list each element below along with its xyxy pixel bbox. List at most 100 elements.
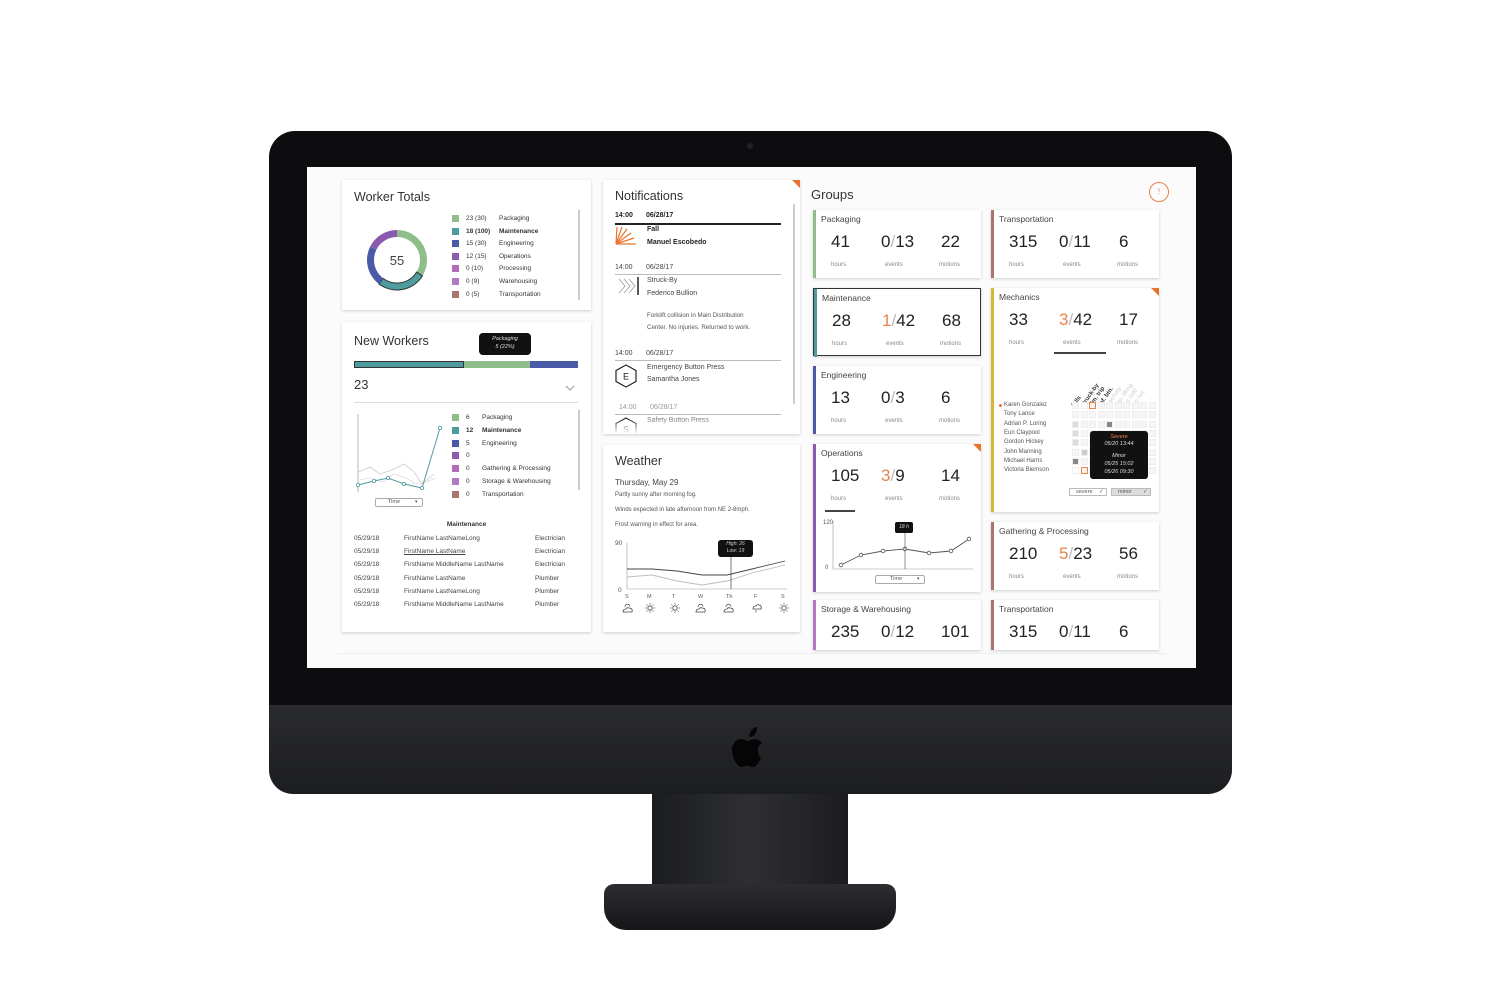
heatmap-cell[interactable] [1148, 439, 1156, 447]
heatmap-cell[interactable] [1097, 411, 1105, 419]
row-name[interactable]: FirstName LastName [404, 548, 465, 555]
notification-item[interactable]: 14:00 06/28/17 Struck-By Federico Bullio… [615, 262, 781, 336]
heatmap-cell[interactable] [1089, 411, 1096, 419]
table-row[interactable]: 05/29/18 FirstName MiddleName LastName Plu… [354, 601, 579, 611]
heatmap-cell[interactable] [1072, 429, 1079, 437]
heatmap-cell[interactable] [1148, 402, 1156, 409]
heatmap-cell[interactable] [1072, 448, 1079, 456]
table-row[interactable]: 05/29/18 FirstName LastName Plumber [354, 575, 579, 585]
group-card[interactable]: Gathering & Processing 210 5/23 56 hours even… [991, 522, 1159, 590]
heatmap-cell[interactable] [1148, 448, 1156, 456]
legend-item[interactable]: 5 Engineering [452, 439, 577, 449]
heatmap-cell[interactable] [1140, 420, 1147, 428]
heatmap-cell[interactable] [1114, 402, 1122, 409]
legend-item[interactable]: 0 (9) Warehousing [452, 277, 572, 287]
heatmap-cell[interactable] [1072, 439, 1079, 447]
person-name[interactable]: Eun Claypool [1004, 430, 1040, 436]
heatmap-cell[interactable] [1080, 439, 1088, 447]
heatmap-cell[interactable] [1072, 467, 1079, 475]
heatmap-cell[interactable] [1080, 411, 1088, 419]
new-workers-stacked-bar[interactable] [354, 361, 578, 368]
heatmap-cell[interactable] [1097, 420, 1105, 428]
legend-item[interactable]: 0 Transportation [452, 490, 577, 500]
heatmap-cell[interactable] [1123, 402, 1130, 409]
heatmap-cell[interactable] [1080, 420, 1088, 428]
bar-maintenance[interactable] [354, 361, 464, 368]
heatmap-cell[interactable] [1072, 402, 1079, 409]
person-name[interactable]: Gordon Hickey [1004, 439, 1044, 445]
legend-item[interactable]: 0 (5) Transportation [452, 290, 572, 300]
heatmap-cell[interactable] [1106, 402, 1113, 409]
legend-item[interactable]: 12 (15) Operations [452, 252, 572, 262]
legend-item[interactable]: 6 Packaging [452, 413, 577, 423]
legend-item[interactable]: 12 Maintenance [452, 426, 577, 436]
legend-item[interactable]: 0 (10) Processing [452, 264, 572, 274]
group-card[interactable]: Transportation 315 0/11 6 hours events motions [991, 210, 1159, 278]
bar-engineering[interactable] [530, 361, 578, 368]
heatmap-cell[interactable] [1114, 411, 1122, 419]
legend-item[interactable]: 0 [452, 451, 577, 461]
table-row[interactable]: 05/29/18 FirstName LastNameLong Electricia… [354, 535, 579, 545]
donut-slice[interactable] [370, 230, 397, 250]
heatmap-cell[interactable] [1131, 402, 1139, 409]
person-name[interactable]: Karen Gonzalez [1004, 402, 1047, 408]
heatmap-cell[interactable] [1080, 448, 1088, 456]
heatmap-cell[interactable] [1148, 429, 1156, 437]
filter-severe-checkbox[interactable]: severe ✓ [1069, 488, 1107, 496]
heatmap-cell[interactable] [1080, 402, 1088, 409]
heatmap-cell[interactable] [1089, 420, 1096, 428]
person-name[interactable]: John Manning [1004, 449, 1042, 455]
table-row[interactable]: 05/29/18 FirstName LastName Electrician [354, 548, 579, 558]
heatmap-cell[interactable] [1072, 420, 1079, 428]
table-row[interactable]: 05/29/18 FirstName LastNameLong Plumber [354, 588, 579, 598]
heatmap-cell[interactable] [1072, 411, 1079, 419]
person-name[interactable]: Adrian P. Loring [1004, 421, 1046, 427]
person-name[interactable]: Tony Lance [1004, 411, 1035, 417]
legend-item[interactable]: 0 Gathering & Processing [452, 464, 577, 474]
heatmap-cell[interactable] [1089, 402, 1096, 409]
legend-item[interactable]: 23 (30) Packaging [452, 214, 572, 224]
person-name[interactable]: Michael Harris [1004, 458, 1042, 464]
heatmap-cell[interactable] [1148, 420, 1156, 428]
heatmap-cell[interactable] [1072, 457, 1079, 465]
heatmap-cell[interactable] [1148, 467, 1156, 475]
heatmap-cell[interactable] [1114, 420, 1122, 428]
worker-totals-scrollbar[interactable] [578, 210, 580, 300]
group-card[interactable]: Transportation 315 0/11 6 [991, 600, 1159, 650]
notification-item[interactable]: 14:00 06/28/17 Fall Manuel Escobedo [615, 210, 781, 254]
heatmap-cell[interactable] [1140, 411, 1147, 419]
heatmap-cell[interactable] [1106, 411, 1113, 419]
heatmap-cell[interactable] [1148, 457, 1156, 465]
heatmap-cell[interactable] [1131, 420, 1139, 428]
heatmap-cell[interactable] [1123, 411, 1130, 419]
heatmap-cell[interactable] [1123, 420, 1130, 428]
filter-minor-checkbox[interactable]: minor ✓ [1111, 488, 1151, 496]
donut-slice[interactable] [378, 271, 424, 291]
legend-item[interactable]: 15 (30) Engineering [452, 239, 572, 249]
chevron-down-icon[interactable] [565, 385, 575, 391]
notification-item[interactable]: 14:00 06/28/17 E Emergency Button Press … [615, 348, 781, 392]
legend-item[interactable]: 18 (100) Maintenance [452, 227, 572, 237]
group-card[interactable]: Packaging 41 0/13 22 hours events motions [813, 210, 981, 278]
operations-time-select[interactable]: Time ▾ [875, 575, 925, 584]
donut-slice[interactable] [367, 246, 384, 284]
new-workers-scrollbar[interactable] [578, 410, 580, 490]
heatmap-cell[interactable] [1080, 429, 1088, 437]
heatmap-cell[interactable] [1131, 411, 1139, 419]
heatmap-cell[interactable] [1080, 457, 1088, 465]
heatmap-cell[interactable] [1097, 402, 1105, 409]
group-card[interactable]: Maintenance 28 1/42 68 hours events motions [813, 288, 981, 357]
alert-button[interactable]: ! [1149, 182, 1169, 202]
bar-packaging[interactable] [464, 361, 530, 368]
heatmap-cell[interactable] [1140, 402, 1147, 409]
legend-item[interactable]: 0 Storage & Warehousing [452, 477, 577, 487]
heatmap-cell[interactable] [1106, 420, 1113, 428]
new-workers-time-select[interactable]: Time ▾ [375, 498, 423, 507]
group-card[interactable]: Storage & Warehousing 235 0/12 101 [813, 600, 981, 650]
person-name[interactable]: Victoria Blemson [1004, 467, 1049, 473]
group-card[interactable]: Engineering 13 0/3 6 hours events motions [813, 366, 981, 434]
heatmap-cell[interactable] [1148, 411, 1156, 419]
notifications-scrollbar[interactable] [793, 204, 795, 404]
table-row[interactable]: 05/29/18 FirstName MiddleName LastName Ele… [354, 561, 579, 571]
heatmap-cell[interactable] [1080, 467, 1088, 475]
